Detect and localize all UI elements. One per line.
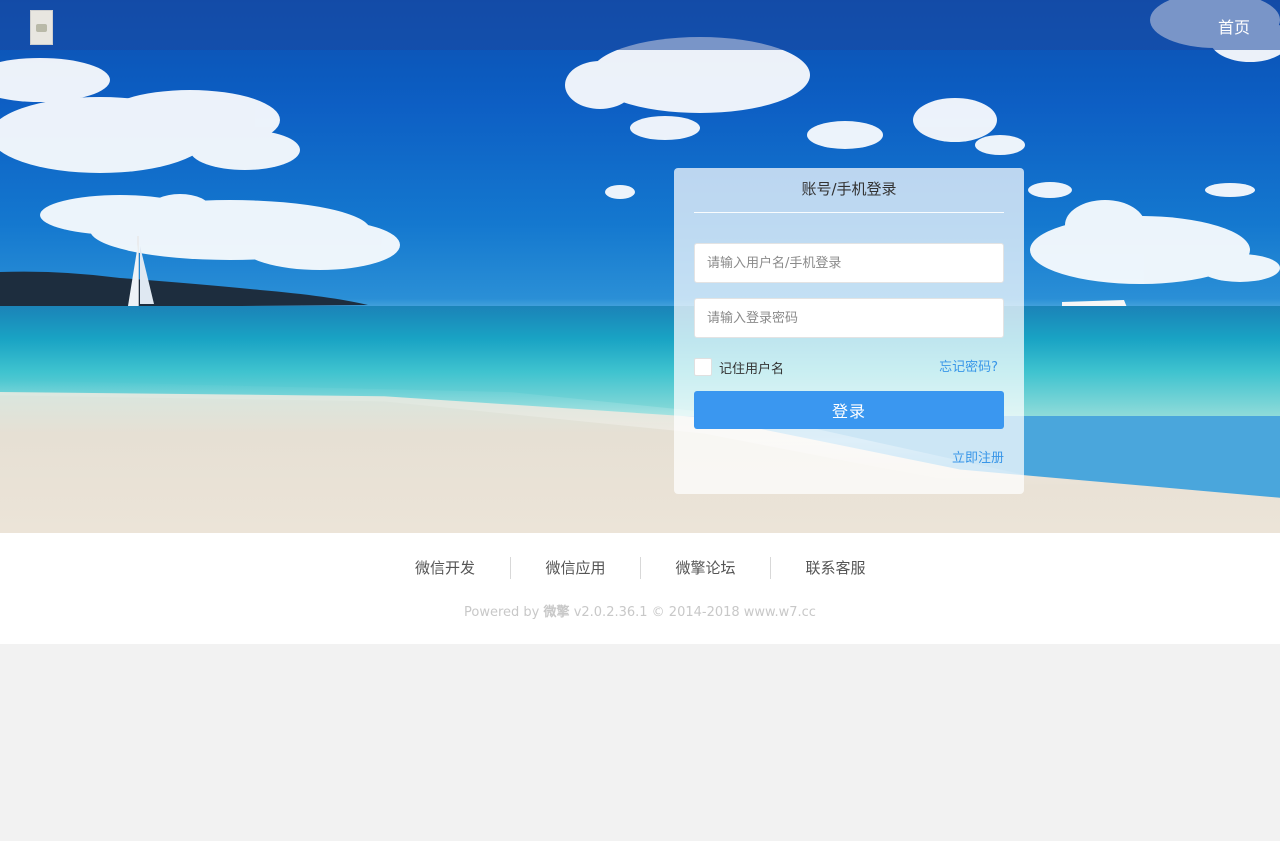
powered-brand: 微擎 [543,605,570,620]
footer-link-forum[interactable]: 微擎论坛 [640,557,770,579]
register-link[interactable]: 立即注册 [952,447,1004,466]
powered-prefix: Powered by [464,605,540,620]
login-panel: 账号/手机登录 记住用户名 忘记密码? 登录 立即注册 [674,168,1024,494]
password-input[interactable] [694,298,1004,338]
username-input[interactable] [694,243,1004,283]
site-logo[interactable] [30,10,53,45]
footer: 微信开发 微信应用 微擎论坛 联系客服 Powered by 微擎 v2.0.2… [0,533,1280,644]
powered-suffix: v2.0.2.36.1 © 2014-2018 www.w7.cc [573,605,816,620]
top-navbar: 首页 [0,0,1280,50]
copyright-text: Powered by 微擎 v2.0.2.36.1 © 2014-2018 ww… [0,601,1280,620]
login-button[interactable]: 登录 [694,391,1004,429]
footer-link-wechat-apps[interactable]: 微信应用 [510,557,640,579]
footer-links: 微信开发 微信应用 微擎论坛 联系客服 [0,557,1280,579]
broken-image-icon [36,23,47,32]
login-title: 账号/手机登录 [694,168,1004,213]
hero-background [0,0,1280,533]
remember-username[interactable]: 记住用户名 [694,357,784,377]
footer-link-support[interactable]: 联系客服 [770,557,900,579]
footer-link-wechat-dev[interactable]: 微信开发 [380,557,510,579]
remember-label: 记住用户名 [719,361,785,377]
remember-checkbox[interactable] [694,358,712,376]
forgot-password-link[interactable]: 忘记密码? [939,356,998,375]
nav-home-link[interactable]: 首页 [1218,14,1250,38]
